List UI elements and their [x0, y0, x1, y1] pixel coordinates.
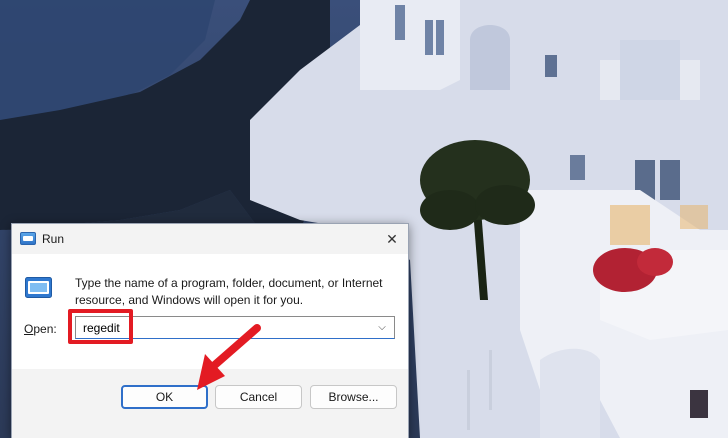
- run-icon: [20, 232, 36, 245]
- annotation-arrow: [197, 324, 261, 390]
- open-label-rest: pen:: [33, 322, 57, 336]
- open-label-mnemonic: O: [24, 322, 34, 336]
- browse-button[interactable]: Browse...: [310, 385, 397, 409]
- annotation-highlight-box: [68, 309, 133, 344]
- instructions-text: Type the name of a program, folder, docu…: [75, 276, 383, 307]
- close-button[interactable]: ✕: [376, 224, 408, 254]
- open-label: Open:: [24, 322, 57, 336]
- dialog-title: Run: [42, 232, 65, 246]
- chevron-down-icon[interactable]: ⌵: [373, 318, 391, 337]
- title-bar[interactable]: Run ✕: [12, 224, 408, 254]
- close-icon: ✕: [386, 231, 398, 247]
- run-app-icon: [25, 277, 52, 298]
